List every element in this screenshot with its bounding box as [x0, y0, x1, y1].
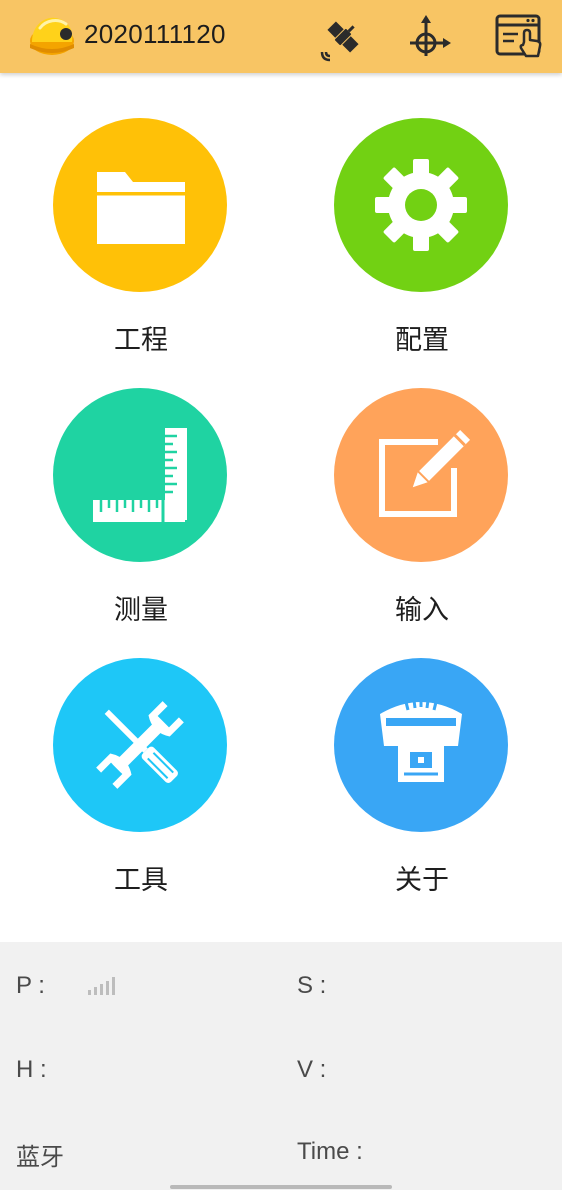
- signal-bars-icon: [86, 975, 126, 997]
- menu-item-project-label: 工程: [114, 325, 168, 356]
- menu-item-survey[interactable]: 测量: [26, 388, 256, 638]
- menu-item-about-circle[interactable]: [334, 658, 508, 832]
- status-p-label: P :: [16, 972, 45, 999]
- status-time-label: Time :: [297, 1138, 363, 1165]
- menu-item-tools-label: 工具: [114, 865, 168, 896]
- ruler-square-icon: [93, 428, 187, 522]
- satellite-icon[interactable]: [318, 12, 368, 62]
- edit-pencil-icon: [379, 429, 471, 517]
- menu-item-input[interactable]: 输入: [307, 388, 537, 638]
- menu-item-survey-circle[interactable]: [53, 388, 227, 562]
- status-bluetooth-label[interactable]: 蓝牙: [16, 1137, 64, 1172]
- status-s-label: S :: [297, 972, 327, 999]
- menu-item-tools[interactable]: 工具: [26, 658, 256, 908]
- wrench-screwdriver-icon: [96, 701, 184, 789]
- menu-item-project-circle[interactable]: [53, 118, 227, 292]
- menu-item-config[interactable]: 配置: [307, 118, 537, 368]
- top-app-bar: 2020111120: [0, 0, 562, 73]
- home-indicator[interactable]: [170, 1185, 392, 1189]
- gear-icon: [375, 159, 467, 251]
- menu-item-tools-circle[interactable]: [53, 658, 227, 832]
- menu-item-about-label: 关于: [395, 865, 449, 896]
- status-panel: [0, 942, 562, 1190]
- menu-item-config-circle[interactable]: [334, 118, 508, 292]
- project-name[interactable]: 2020111120: [84, 19, 226, 50]
- menu-item-input-circle[interactable]: [334, 388, 508, 562]
- coordinate-target-icon[interactable]: [404, 12, 454, 62]
- status-v-label: V :: [297, 1056, 327, 1083]
- menu-item-about[interactable]: 关于: [307, 658, 537, 908]
- menu-item-survey-label: 测量: [114, 595, 168, 626]
- menu-item-input-label: 输入: [395, 595, 449, 626]
- app-logo-helmet-icon: [26, 12, 78, 60]
- gnss-receiver-icon: [380, 699, 462, 782]
- menu-item-project[interactable]: 工程: [26, 118, 256, 368]
- folder-icon: [97, 172, 185, 244]
- status-h-label: H :: [16, 1056, 47, 1083]
- menu-item-config-label: 配置: [395, 325, 449, 356]
- window-pointer-icon[interactable]: [494, 12, 544, 62]
